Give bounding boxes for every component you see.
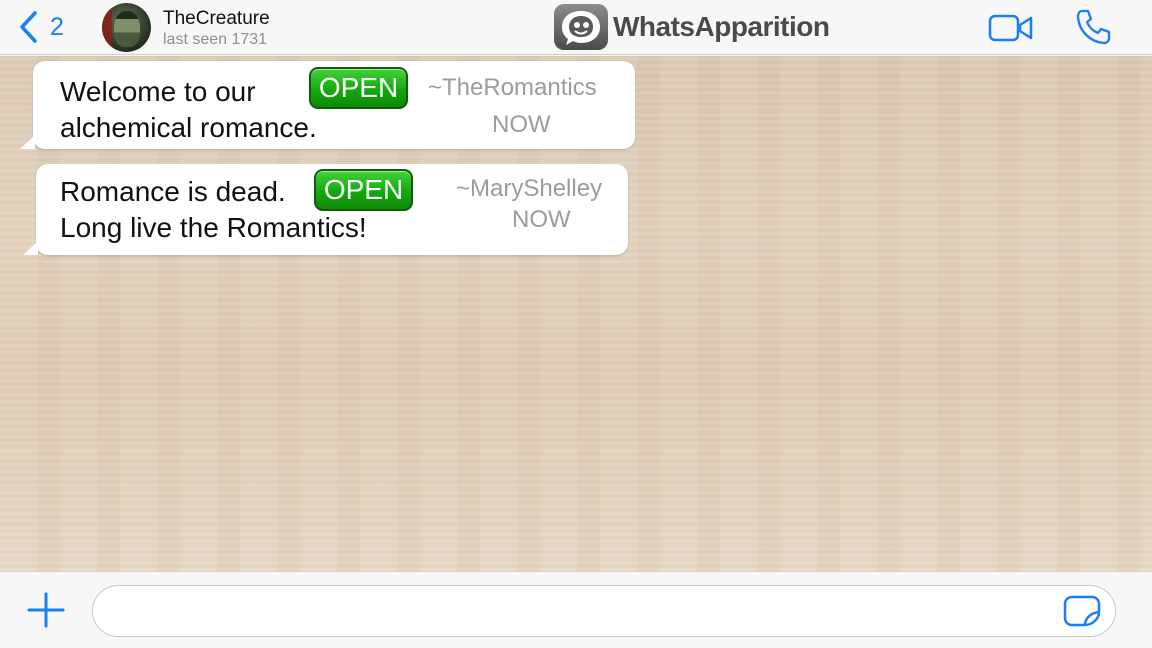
creature-face (114, 11, 140, 47)
avatar[interactable] (102, 3, 151, 52)
plus-icon (27, 592, 65, 628)
message-bubble[interactable]: Welcome to our alchemical romance. OPEN … (20, 61, 635, 149)
back-button[interactable]: 2 (18, 9, 64, 45)
contact-name[interactable]: TheCreature (163, 8, 270, 30)
message-line: alchemical romance. (60, 112, 317, 143)
message-line: Romance is dead. (60, 176, 286, 207)
open-button[interactable]: OPEN (314, 169, 413, 211)
phone-icon (1076, 9, 1111, 45)
chat-header: 2 TheCreature last seen 1731 WhatsAppari… (0, 0, 1152, 55)
contact-status: last seen 1731 (163, 31, 268, 48)
video-call-button[interactable] (988, 14, 1034, 46)
sticker-icon (1063, 595, 1101, 627)
message-line: Long live the Romantics! (60, 212, 367, 243)
app-logo: WhatsApparition (554, 3, 830, 51)
message-line: Welcome to our (60, 76, 256, 107)
chat-area[interactable]: Welcome to our alchemical romance. OPEN … (0, 56, 1152, 571)
video-camera-icon (988, 14, 1033, 42)
unread-count: 2 (50, 12, 64, 41)
message-input[interactable] (92, 585, 1116, 637)
sticker-button[interactable] (1063, 595, 1101, 631)
voice-call-button[interactable] (1074, 8, 1114, 50)
chevron-left-icon (20, 11, 37, 43)
open-button[interactable]: OPEN (309, 67, 408, 109)
app-title: WhatsApparition (613, 11, 830, 42)
message-time: NOW (492, 111, 551, 138)
message-bubble[interactable]: Romance is dead. Long live the Romantics… (23, 164, 628, 255)
message-author: ~MaryShelley (456, 175, 603, 202)
message-author: ~TheRomantics (428, 74, 597, 101)
message-time: NOW (512, 206, 571, 233)
composer-bar (0, 571, 1152, 648)
attach-button[interactable] (26, 592, 66, 632)
ghost-logo-icon (554, 4, 608, 50)
